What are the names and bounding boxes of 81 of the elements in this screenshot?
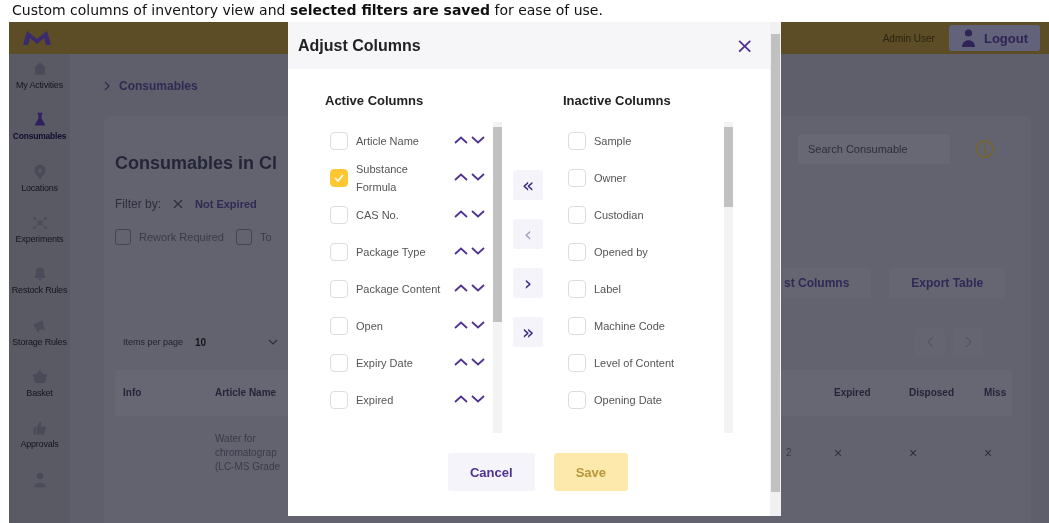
filter-chip[interactable]: Not Expired	[195, 198, 257, 210]
column-name: Level of Content	[594, 355, 675, 371]
column-header[interactable]: Disposed	[901, 386, 976, 400]
scrollbar-thumb[interactable]	[771, 34, 780, 492]
move-up-icon[interactable]	[454, 394, 468, 405]
table-cell-text: ×	[908, 446, 919, 460]
move-up-icon[interactable]	[454, 246, 468, 257]
move-down-icon[interactable]	[471, 246, 485, 257]
chevron-right-icon	[104, 80, 110, 91]
close-icon[interactable]	[173, 199, 183, 209]
column-name: Package Content	[356, 281, 442, 297]
sidebar-item[interactable]: Restock Rules	[9, 266, 70, 318]
column-heading: Inactive Columns	[563, 93, 672, 110]
flask-icon	[31, 112, 48, 129]
column-name: Opened by	[594, 244, 648, 260]
move-down-icon[interactable]	[471, 357, 485, 368]
column-name: Custodian	[594, 207, 644, 223]
caret-icon[interactable]	[268, 339, 279, 345]
table-cell-text: ×	[983, 446, 994, 460]
column-name: Package Type	[356, 244, 427, 260]
move-up-icon[interactable]	[454, 172, 468, 183]
items-per-page-value[interactable]: 10	[195, 336, 207, 348]
column-name: Sample	[594, 133, 632, 149]
column-name: Expired	[356, 392, 395, 408]
transfer-button[interactable]: »	[513, 317, 543, 347]
sidebar-item[interactable]: My Activities	[9, 61, 70, 113]
move-down-icon[interactable]	[471, 320, 485, 331]
move-down-icon[interactable]	[471, 394, 485, 405]
checkbox[interactable]	[236, 229, 252, 245]
sidebar-item[interactable]: Locations	[9, 163, 70, 215]
table-cell-text: ×	[833, 446, 844, 460]
move-down-icon[interactable]	[471, 172, 485, 183]
sidebar-item[interactable]: Consumables	[9, 112, 70, 164]
scrollbar-thumb[interactable]	[724, 127, 733, 207]
column-name: Open	[356, 318, 384, 334]
column-name: Article Name	[356, 133, 420, 149]
cancel-button[interactable]: Cancel	[448, 453, 535, 491]
move-down-icon[interactable]	[471, 283, 485, 294]
move-down-icon[interactable]	[471, 209, 485, 220]
column-name: Expiry Date	[356, 355, 414, 371]
scrollbar-thumb[interactable]	[493, 127, 502, 322]
sidebar-item[interactable]: Experiments	[9, 215, 70, 267]
column-name: Owner	[594, 170, 627, 186]
logo-icon[interactable]	[22, 28, 52, 48]
checkbox[interactable]	[115, 229, 131, 245]
transfer-button[interactable]: ›	[513, 268, 543, 298]
column-name: Opening Date	[594, 392, 662, 408]
checkmark-icon	[334, 173, 344, 182]
column-header[interactable]: Info	[115, 386, 215, 400]
transfer-button[interactable]: «	[513, 170, 543, 200]
move-up-icon[interactable]	[454, 357, 468, 368]
page-title: Consumables in Cl	[115, 153, 279, 174]
column-name: Label	[594, 281, 621, 297]
sidebar-item[interactable]: Basket	[9, 368, 70, 421]
action-button[interactable]: Export Table	[889, 268, 1006, 298]
column-header[interactable]: Miss	[976, 386, 1012, 400]
dialog-title: Adjust Columns	[298, 36, 422, 55]
close-button[interactable]: ×	[731, 35, 758, 56]
scrollbar[interactable]	[770, 22, 781, 516]
logout-button[interactable]: Logout	[948, 25, 1040, 51]
caption-text: Custom columns of inventory view and selected filters are saved for ease of use.	[11, 1, 604, 20]
column-name: Substance Formula	[356, 161, 409, 195]
column-header[interactable]: Expired	[826, 386, 901, 400]
sidebar-item[interactable]: Approvals	[9, 420, 70, 472]
move-up-icon[interactable]	[454, 135, 468, 146]
column-name: Machine Code	[594, 318, 665, 334]
move-up-icon[interactable]	[454, 320, 468, 331]
move-up-icon[interactable]	[454, 283, 468, 294]
items-per-page-label: Items per page	[123, 337, 184, 347]
move-down-icon[interactable]	[471, 135, 485, 146]
column-heading: Active Columns	[325, 93, 425, 110]
info-icon[interactable]	[976, 140, 994, 158]
scrollbar[interactable]	[493, 122, 502, 433]
column-name: CAS No.	[356, 207, 400, 223]
person-icon	[960, 29, 976, 47]
scrollbar[interactable]	[724, 122, 733, 433]
action-button[interactable]: st Columns	[782, 268, 872, 298]
move-up-icon[interactable]	[454, 209, 468, 220]
sidebar-item[interactable]: Storage Rules	[9, 317, 70, 369]
column-header[interactable]: Article Name	[215, 386, 289, 400]
search-field[interactable]: Search Consumable	[798, 134, 950, 164]
